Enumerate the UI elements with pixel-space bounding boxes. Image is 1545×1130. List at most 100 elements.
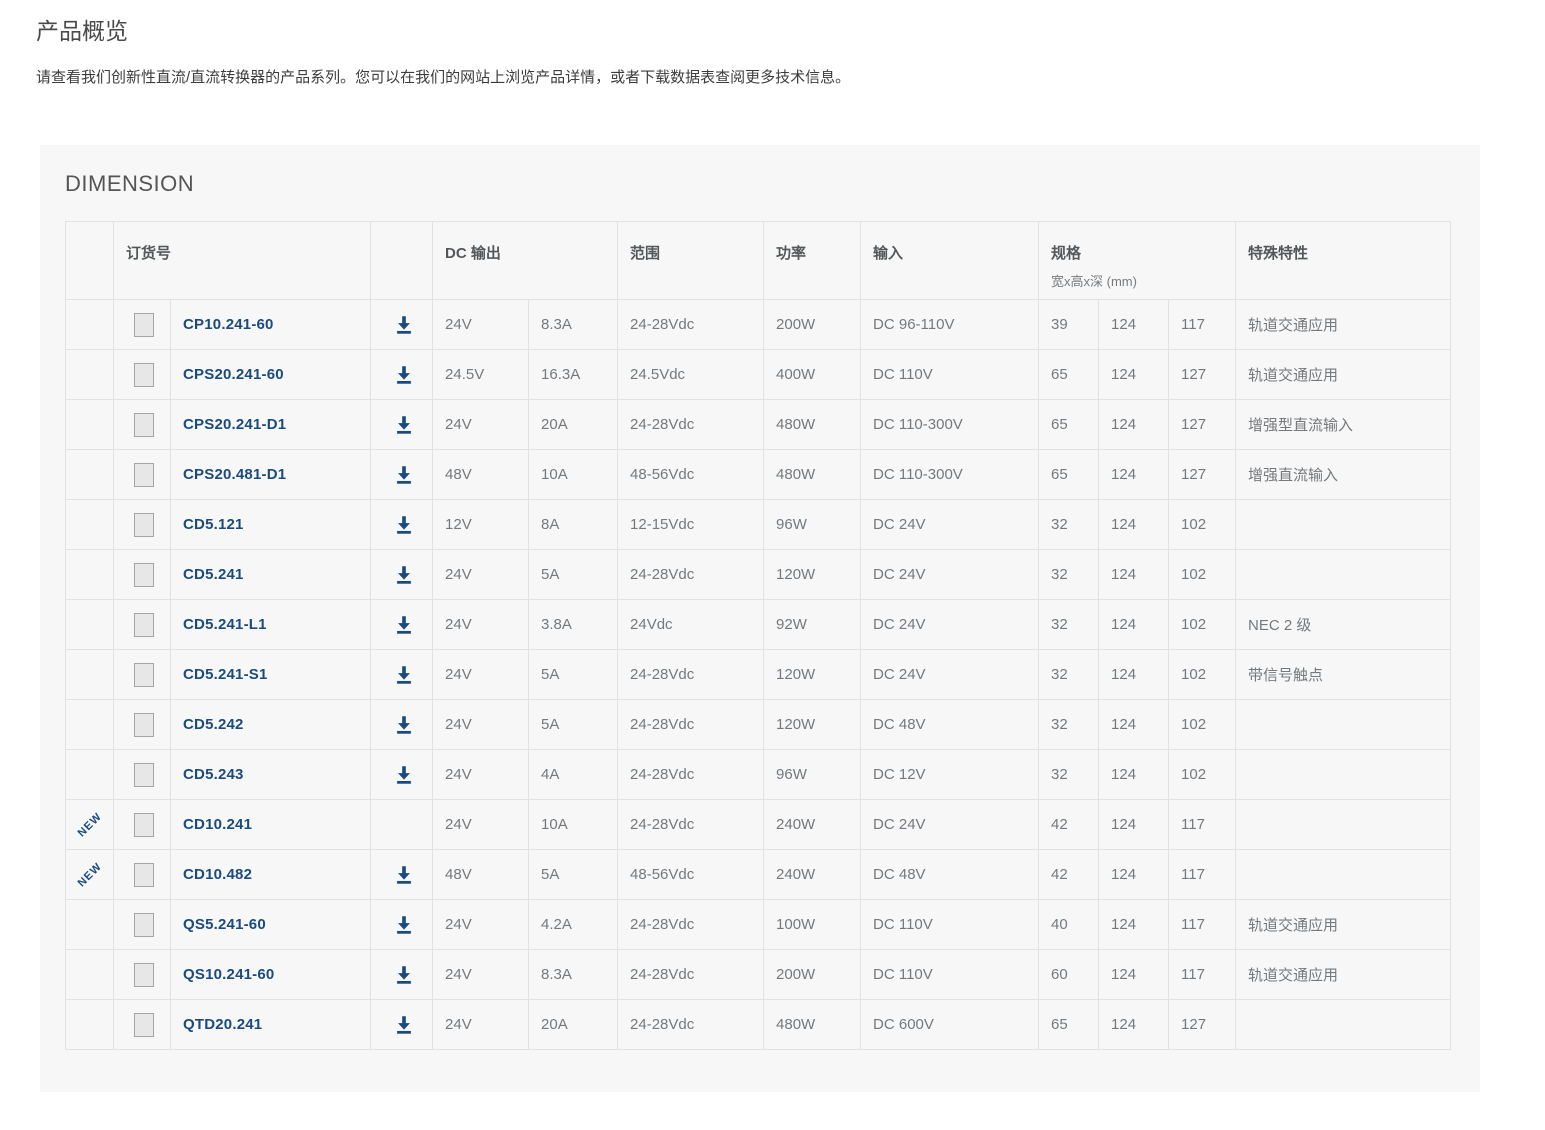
- row-checkbox[interactable]: [134, 513, 154, 537]
- table-row: NEW CD10.482 48V 5A 48-56Vdc 240W DC 48V…: [66, 850, 1451, 900]
- download-cell: [371, 700, 433, 750]
- range-cell: 48-56Vdc: [618, 850, 764, 900]
- download-button[interactable]: [393, 914, 415, 936]
- product-link[interactable]: CD5.241-S1: [183, 666, 268, 683]
- product-link[interactable]: CD10.482: [183, 866, 252, 883]
- download-button[interactable]: [393, 514, 415, 536]
- range-cell: 24-28Vdc: [618, 800, 764, 850]
- power-cell: 200W: [764, 300, 861, 350]
- current-cell: 20A: [529, 400, 618, 450]
- table-row: QS5.241-60 24V 4.2A 24-28Vdc 100W DC 110…: [66, 900, 1451, 950]
- spec-depth-cell: 102: [1169, 600, 1236, 650]
- checkbox-cell: [114, 550, 171, 600]
- download-cell: [371, 400, 433, 450]
- spec-height-cell: 124: [1099, 750, 1169, 800]
- row-checkbox[interactable]: [134, 813, 154, 837]
- current-cell: 5A: [529, 550, 618, 600]
- input-cell: DC 24V: [861, 600, 1039, 650]
- row-checkbox[interactable]: [134, 613, 154, 637]
- download-button[interactable]: [393, 564, 415, 586]
- download-icon: [393, 414, 415, 436]
- panel-heading: DIMENSION: [65, 171, 1455, 197]
- row-checkbox[interactable]: [134, 1013, 154, 1037]
- voltage-cell: 24V: [433, 1000, 529, 1050]
- dimension-panel: DIMENSION 订货号 DC 输出 范围 功率 输入 规格 宽x高x深 (m…: [40, 145, 1480, 1092]
- newbadge-cell: [66, 350, 114, 400]
- download-button[interactable]: [393, 1014, 415, 1036]
- special-feature-cell: [1236, 1000, 1451, 1050]
- row-checkbox[interactable]: [134, 563, 154, 587]
- header-spec-label: 规格: [1051, 245, 1081, 262]
- spec-width-cell: 32: [1039, 650, 1099, 700]
- newbadge-cell: [66, 400, 114, 450]
- checkbox-cell: [114, 450, 171, 500]
- product-link[interactable]: CP10.241-60: [183, 316, 274, 333]
- product-link[interactable]: CPS20.241-D1: [183, 416, 286, 433]
- download-button[interactable]: [393, 764, 415, 786]
- download-button[interactable]: [393, 614, 415, 636]
- spec-height-cell: 124: [1099, 850, 1169, 900]
- newbadge-cell: [66, 950, 114, 1000]
- header-download-col: [371, 222, 433, 300]
- product-name-cell: CPS20.481-D1: [171, 450, 371, 500]
- product-link[interactable]: QTD20.241: [183, 1016, 262, 1033]
- input-cell: DC 110-300V: [861, 450, 1039, 500]
- range-cell: 24.5Vdc: [618, 350, 764, 400]
- special-feature-cell: [1236, 850, 1451, 900]
- current-cell: 10A: [529, 800, 618, 850]
- product-link[interactable]: QS10.241-60: [183, 966, 274, 983]
- page-title: 产品概览: [36, 12, 128, 46]
- download-cell: [371, 300, 433, 350]
- product-link[interactable]: CD5.242: [183, 716, 244, 733]
- row-checkbox[interactable]: [134, 763, 154, 787]
- download-button[interactable]: [393, 464, 415, 486]
- download-button[interactable]: [393, 314, 415, 336]
- page-intro: 请查看我们创新性直流/直流转换器的产品系列。您可以在我们的网站上浏览产品详情，或…: [36, 66, 1236, 87]
- checkbox-cell: [114, 400, 171, 450]
- special-feature-cell: [1236, 800, 1451, 850]
- product-link[interactable]: CD10.241: [183, 816, 252, 833]
- header-order-no: 订货号: [114, 222, 371, 300]
- product-link[interactable]: CD5.121: [183, 516, 244, 533]
- row-checkbox[interactable]: [134, 663, 154, 687]
- product-link[interactable]: CD5.243: [183, 766, 244, 783]
- spec-width-cell: 39: [1039, 300, 1099, 350]
- newbadge-cell: [66, 700, 114, 750]
- row-checkbox[interactable]: [134, 913, 154, 937]
- download-button[interactable]: [393, 664, 415, 686]
- voltage-cell: 12V: [433, 500, 529, 550]
- table-row: CPS20.241-D1 24V 20A 24-28Vdc 480W DC 11…: [66, 400, 1451, 450]
- spec-width-cell: 60: [1039, 950, 1099, 1000]
- download-icon: [393, 714, 415, 736]
- download-button[interactable]: [393, 714, 415, 736]
- spec-height-cell: 124: [1099, 700, 1169, 750]
- power-cell: 200W: [764, 950, 861, 1000]
- checkbox-cell: [114, 800, 171, 850]
- row-checkbox[interactable]: [134, 413, 154, 437]
- product-link[interactable]: CD5.241-L1: [183, 616, 267, 633]
- row-checkbox[interactable]: [134, 463, 154, 487]
- product-link[interactable]: CPS20.241-60: [183, 366, 284, 383]
- row-checkbox[interactable]: [134, 713, 154, 737]
- newbadge-cell: [66, 750, 114, 800]
- row-checkbox[interactable]: [134, 313, 154, 337]
- product-link[interactable]: CD5.241: [183, 566, 244, 583]
- download-button[interactable]: [393, 414, 415, 436]
- product-link[interactable]: CPS20.481-D1: [183, 466, 286, 483]
- special-feature-cell: 增强型直流输入: [1236, 400, 1451, 450]
- download-button[interactable]: [393, 364, 415, 386]
- row-checkbox[interactable]: [134, 963, 154, 987]
- row-checkbox[interactable]: [134, 863, 154, 887]
- download-icon: [393, 364, 415, 386]
- spec-height-cell: 124: [1099, 400, 1169, 450]
- download-button[interactable]: [393, 864, 415, 886]
- row-checkbox[interactable]: [134, 363, 154, 387]
- table-row: CPS20.241-60 24.5V 16.3A 24.5Vdc 400W DC…: [66, 350, 1451, 400]
- product-link[interactable]: QS5.241-60: [183, 916, 266, 933]
- spec-height-cell: 124: [1099, 800, 1169, 850]
- spec-depth-cell: 102: [1169, 650, 1236, 700]
- newbadge-cell: [66, 650, 114, 700]
- spec-width-cell: 32: [1039, 750, 1099, 800]
- download-button[interactable]: [393, 964, 415, 986]
- download-cell: [371, 800, 433, 850]
